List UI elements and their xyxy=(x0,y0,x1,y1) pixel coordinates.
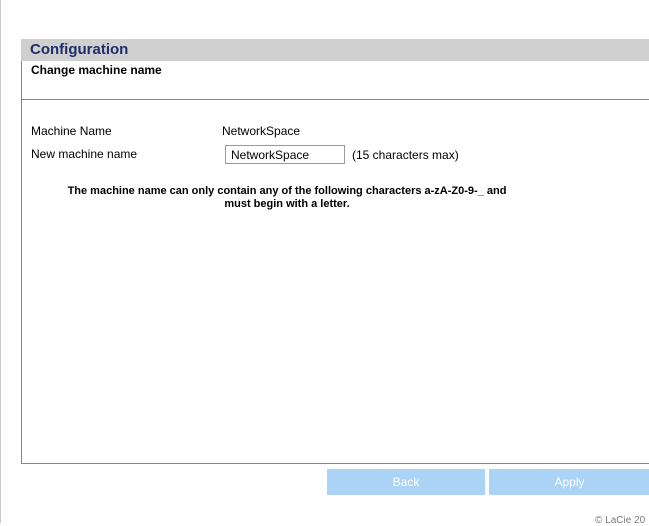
page-title: Configuration xyxy=(21,39,649,61)
new-machine-name-label: New machine name xyxy=(31,147,138,161)
section-divider xyxy=(22,99,649,100)
apply-button[interactable]: Apply xyxy=(489,469,649,495)
new-machine-name-input[interactable] xyxy=(225,145,345,164)
machine-name-value: NetworkSpace xyxy=(222,124,301,138)
copyright-text: © LaCie 20 xyxy=(595,515,646,526)
change-name-panel: Change machine name Machine Name Network… xyxy=(21,61,649,464)
naming-rules-line-1: The machine name can only contain any of… xyxy=(67,185,507,197)
machine-name-label: Machine Name xyxy=(31,124,112,138)
max-characters-hint: (15 characters max) xyxy=(352,148,459,162)
page-frame: Configuration Change machine name Machin… xyxy=(0,0,649,526)
naming-rules-notice: The machine name can only contain any of… xyxy=(22,185,552,211)
naming-rules-line-2: must begin with a letter. xyxy=(224,198,350,210)
section-title: Change machine name xyxy=(31,63,162,77)
back-button[interactable]: Back xyxy=(327,469,485,495)
